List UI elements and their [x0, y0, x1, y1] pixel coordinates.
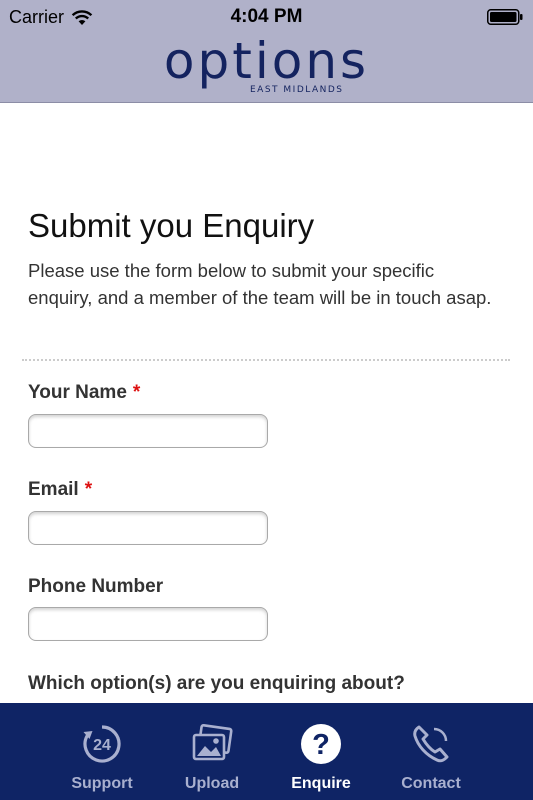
support-24-icon: 24 [83, 725, 121, 763]
email-field[interactable] [28, 511, 268, 545]
bottom-tab-bar: 24 Support Upload ? Enquire Contact [0, 703, 533, 800]
status-bar: Carrier 4:04 PM [0, 0, 533, 34]
svg-text:?: ? [312, 729, 330, 761]
enquiry-form-page[interactable]: Submit you Enquiry Please use the form b… [0, 103, 533, 703]
phone-icon [413, 725, 449, 763]
tab-label: Support [71, 775, 133, 792]
tab-label: Contact [401, 775, 461, 792]
dotted-divider [22, 359, 510, 361]
tab-enquire[interactable]: ? Enquire [266, 703, 376, 800]
tab-upload[interactable]: Upload [157, 703, 267, 800]
email-label-text: Email [28, 479, 79, 500]
name-field-label: Your Name * [28, 382, 140, 404]
logo-wordmark: options [163, 32, 370, 90]
phone-field[interactable] [28, 607, 268, 641]
options-question-label: Which option(s) are you enquiring about? [28, 673, 405, 695]
email-field-label: Email * [28, 479, 92, 501]
required-marker: * [132, 382, 141, 403]
tab-support[interactable]: 24 Support [47, 703, 157, 800]
svg-text:24: 24 [93, 737, 111, 754]
required-marker: * [84, 479, 93, 500]
tab-label: Enquire [291, 775, 351, 792]
battery-icon [487, 9, 523, 25]
tab-label: Upload [184, 775, 240, 792]
page-intro: Please use the form below to submit your… [28, 260, 492, 308]
name-label-text: Your Name [28, 382, 127, 403]
question-icon: ? [301, 724, 341, 764]
app-header: options EAST MIDLANDS [0, 34, 533, 103]
brand-logo: options EAST MIDLANDS [0, 32, 533, 95]
logo-subtitle: EAST MIDLANDS [250, 85, 344, 95]
phone-label-text: Phone Number [28, 576, 164, 597]
status-time: 4:04 PM [230, 6, 303, 27]
options-label-text: Which option(s) are you enquiring about? [28, 673, 405, 694]
tab-contact[interactable]: Contact [376, 703, 486, 800]
photos-icon [192, 723, 233, 761]
page-title: Submit you Enquiry [28, 207, 315, 244]
name-field[interactable] [28, 414, 268, 448]
phone-field-label: Phone Number [28, 576, 163, 598]
